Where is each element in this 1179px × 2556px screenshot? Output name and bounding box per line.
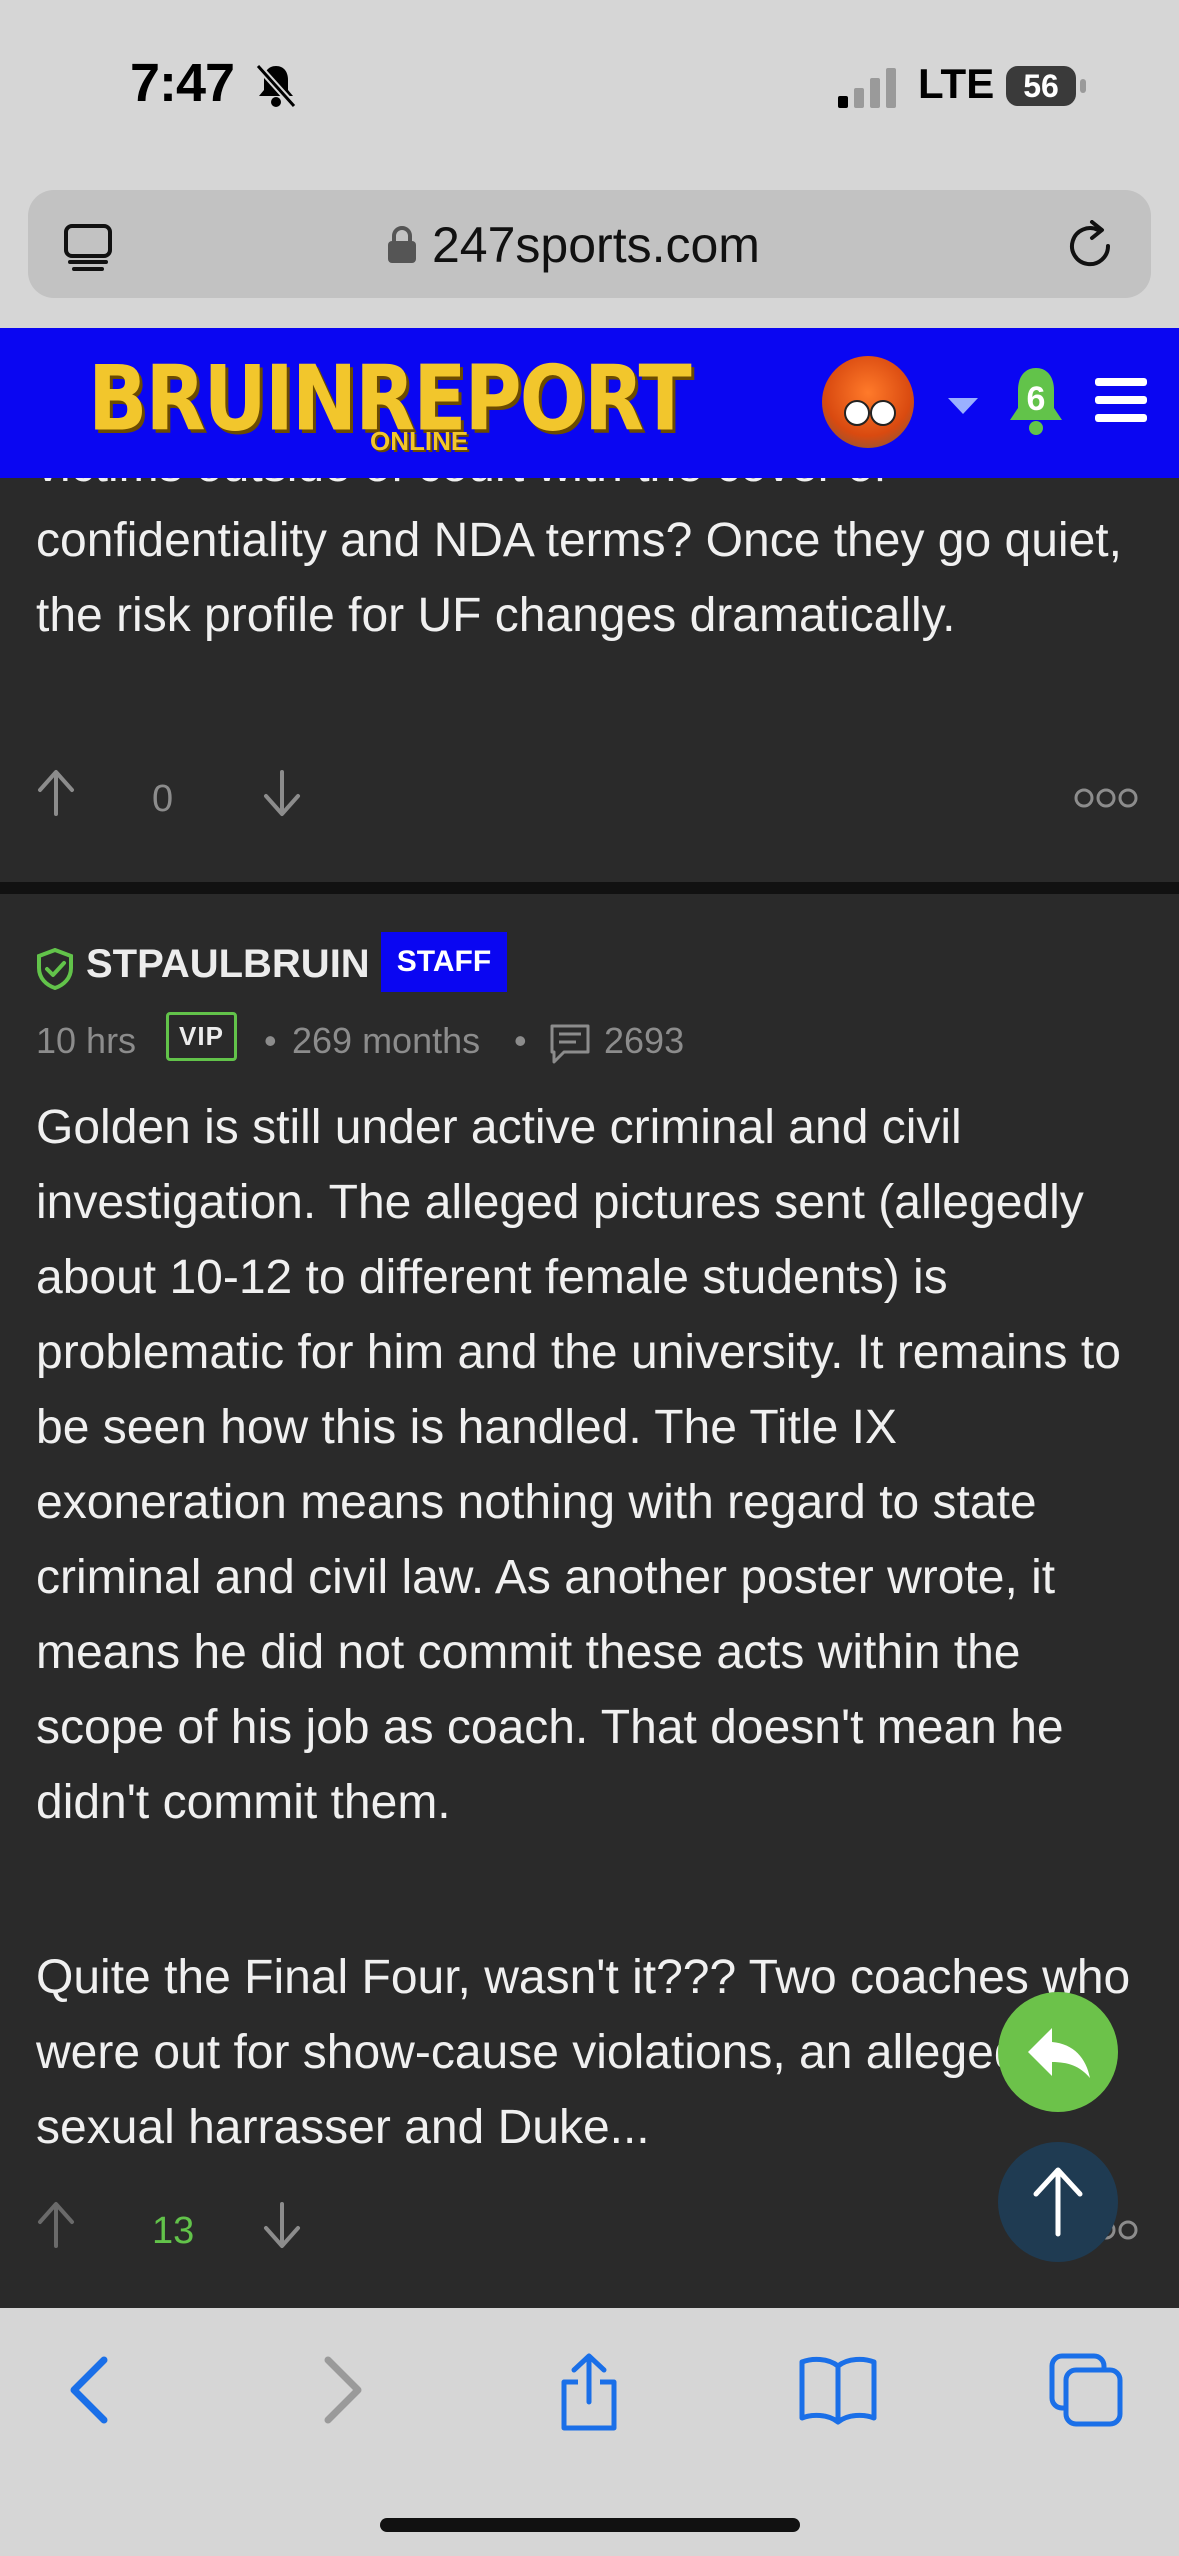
arrow-up-icon (1033, 2167, 1083, 2237)
vote-count: 0 (152, 778, 174, 820)
avatar-eye (870, 400, 896, 426)
arrow-down-icon[interactable] (262, 768, 302, 818)
bookmarks-icon[interactable] (798, 2352, 878, 2428)
back-icon[interactable] (60, 2352, 120, 2428)
scroll-to-top-button[interactable] (998, 2142, 1118, 2262)
reload-icon[interactable] (1064, 220, 1116, 272)
meta-separator: • (514, 1020, 527, 1061)
reply-icon (1028, 2028, 1090, 2078)
menu-icon[interactable] (1093, 376, 1149, 424)
chevron-down-icon[interactable] (948, 398, 978, 416)
post-text: confidentiality and NDA terms? Once they… (36, 514, 1122, 642)
site-header: BRUINREPORT ONLINE 6 (0, 328, 1179, 478)
notification-count: 6 (1026, 380, 1046, 418)
post-age: 10 hrs (36, 1020, 137, 1061)
vote-count: 13 (152, 2210, 195, 2252)
status-time: 7:47 (130, 53, 235, 113)
browser-toolbar (0, 2308, 1179, 2556)
battery-indicator: 56 (1006, 66, 1076, 106)
home-indicator (380, 2518, 800, 2532)
meta-separator: • (264, 1020, 277, 1061)
arrow-up-icon[interactable] (36, 768, 76, 818)
forward-icon[interactable] (312, 2352, 372, 2428)
avatar-eye (844, 400, 870, 426)
site-logo[interactable]: BRUINREPORT ONLINE (88, 348, 692, 458)
vote-row: 0 (0, 768, 1179, 838)
logo-sub-text: ONLINE (370, 426, 469, 456)
more-icon[interactable] (1074, 786, 1138, 810)
comment-icon (550, 1024, 590, 1064)
vip-badge: VIP (166, 1012, 237, 1061)
post-text-partial: victims outside of court with the cover … (36, 478, 887, 492)
silent-bell-icon (255, 63, 297, 108)
author-name[interactable]: STPAULBRUIN (86, 942, 370, 987)
reply-button[interactable] (998, 1992, 1118, 2112)
post-divider (0, 882, 1179, 894)
post-paragraph: Golden is still under active criminal an… (36, 1101, 1121, 1829)
network-type: LTE (918, 60, 995, 107)
status-bar: 7:47 LTE 56 (0, 0, 1179, 170)
post-paragraph: Quite the Final Four, wasn't it??? Two c… (36, 1951, 1131, 2154)
post-count: 2693 (604, 1020, 685, 1061)
tabs-icon[interactable] (62, 220, 114, 272)
address-bar[interactable]: 247sports.com (28, 190, 1151, 298)
shield-check-icon (37, 948, 73, 990)
staff-badge: STAFF (381, 932, 507, 992)
tabs-overview-icon[interactable] (1048, 2352, 1124, 2428)
url-text[interactable]: 247sports.com (432, 216, 760, 274)
browser-address-area: 247sports.com (0, 170, 1179, 328)
lock-icon (388, 226, 416, 263)
battery-tip (1080, 79, 1086, 93)
avatar[interactable] (822, 356, 914, 448)
signal-icon (838, 68, 896, 108)
member-tenure: 269 months (292, 1020, 481, 1061)
share-icon[interactable] (556, 2352, 622, 2432)
arrow-down-icon[interactable] (262, 2200, 302, 2250)
post-body: victims outside of court with the cover … (36, 478, 1156, 653)
arrow-up-icon[interactable] (36, 2200, 76, 2250)
